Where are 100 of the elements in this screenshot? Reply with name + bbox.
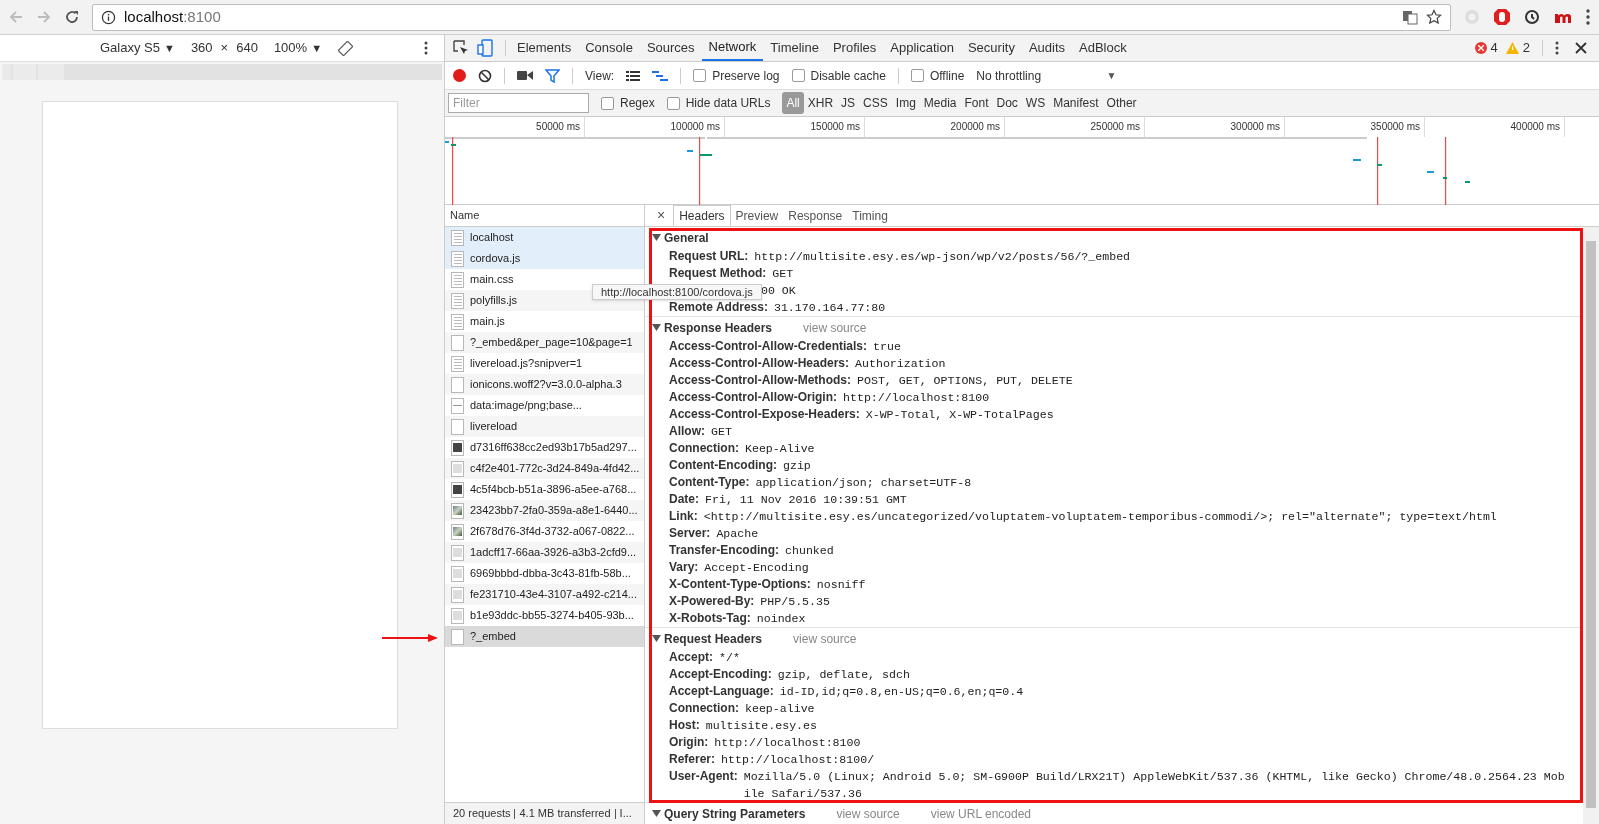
close-icon[interactable] (1575, 42, 1587, 54)
waterfall-view-icon[interactable] (652, 69, 669, 82)
header-name: Content-Type: (669, 474, 750, 491)
rotate-icon[interactable] (338, 40, 353, 56)
view-label: View: (585, 67, 615, 85)
request-item[interactable]: main.css (451, 271, 514, 288)
disclosure-triangle-icon[interactable] (652, 809, 661, 818)
record-button[interactable] (453, 69, 466, 82)
type-filter[interactable]: WS (1021, 92, 1050, 114)
request-item[interactable]: 6969bbbd-dbba-3c43-81fb-58b... (451, 565, 631, 582)
reload-icon[interactable] (64, 9, 80, 25)
camera-icon[interactable] (517, 70, 533, 81)
panel-tab[interactable]: Sources (639, 35, 702, 61)
view-source-link[interactable]: view source (836, 804, 900, 823)
panel-tab[interactable]: Timeline (763, 35, 826, 61)
panel-tab[interactable]: Network (701, 35, 764, 61)
checkbox[interactable]: Disable cache (791, 66, 886, 85)
checkbox[interactable]: Regex (601, 94, 655, 112)
view-source-link[interactable]: view URL encoded (930, 804, 1032, 823)
view-source-link[interactable]: view source (803, 318, 867, 337)
panel-tab[interactable]: Audits (1021, 35, 1073, 61)
summary-text: I... (619, 806, 632, 822)
shield-icon[interactable] (1493, 8, 1511, 26)
zoom-select[interactable]: 100% ▼ (273, 38, 322, 58)
list-view-icon[interactable] (626, 69, 641, 82)
disclosure-triangle-icon[interactable] (652, 634, 661, 643)
filter-field[interactable]: Filter (448, 93, 589, 113)
header-name: Access-Control-Allow-Credentials: (669, 338, 868, 355)
translate-icon[interactable] (1402, 9, 1418, 25)
header-name: Vary: (669, 559, 699, 576)
request-item[interactable]: 4c5f4bcb-b51a-3896-a5ee-a768... (451, 481, 637, 498)
height-value: 640 (236, 39, 258, 58)
type-filter[interactable]: Manifest (1049, 92, 1103, 114)
detail-tab[interactable]: Preview (730, 205, 784, 226)
header-value: 31.170.164.77:80 (773, 300, 886, 316)
view-source-link[interactable]: view source (793, 629, 857, 648)
clear-icon[interactable] (478, 68, 492, 83)
times-sign: × (220, 39, 229, 58)
header-value: GET (711, 424, 732, 440)
close-button[interactable]: × (649, 205, 674, 226)
header-name: Referer: (669, 751, 716, 768)
panel-tab[interactable]: Application (883, 35, 961, 61)
header-name: Connection: (669, 700, 739, 717)
type-filter[interactable]: Img (891, 92, 920, 114)
device-select[interactable]: Galaxy S5 ▼ (100, 38, 175, 58)
section-title[interactable]: Query String Parameters (664, 804, 806, 823)
error-count: 4 (1490, 39, 1498, 58)
header-name: User-Agent: (669, 768, 738, 785)
inspect-icon[interactable] (453, 40, 469, 56)
request-item[interactable]: d7316ff638cc2ed93b17b5ad297... (451, 439, 637, 456)
url-host: localhost (124, 6, 184, 27)
type-filter[interactable]: Other (1102, 92, 1141, 114)
type-filter[interactable]: CSS (859, 92, 892, 114)
header-value: gzip (783, 458, 811, 474)
detail-tab[interactable]: Response (783, 205, 848, 226)
panel-tab[interactable]: Profiles (825, 35, 884, 61)
type-filter[interactable]: Media (919, 92, 961, 114)
type-filter[interactable]: Font (960, 92, 993, 114)
checkbox[interactable]: Offline (910, 66, 965, 85)
header-name: X-Robots-Tag: (669, 610, 751, 627)
menu-icon[interactable] (1585, 8, 1591, 26)
detail-tab[interactable]: Timing (847, 205, 893, 226)
throttling-select[interactable]: No throttling ▼ (976, 66, 1117, 85)
header-name: Access-Control-Expose-Headers: (669, 406, 860, 423)
device-toggle-icon[interactable] (477, 39, 493, 57)
checkbox[interactable]: Preserve log (693, 66, 780, 85)
scrollbar[interactable] (1583, 227, 1599, 824)
section-title[interactable]: Request Headers (664, 629, 763, 648)
panel-tab[interactable]: AdBlock (1072, 35, 1134, 61)
header-value: Apache (716, 526, 759, 542)
url-tooltip: http://localhost:8100/cordova.js (592, 284, 762, 300)
header-value: X-WP-Total, X-WP-TotalPages (865, 407, 1054, 423)
header-value: Mozilla/5.0 (Linux; Android 5.0; SM-G900P Build/LRX21T) AppleWebKit/537.36 (KHTML, like Gecko) Chrome/48.0.2564.23 Mobile Safari/537.36 (743, 769, 1566, 802)
request-item[interactable]: data:image/png;base... (451, 397, 582, 414)
header-name: Connection: (669, 440, 739, 457)
disclosure-triangle-icon[interactable] (652, 323, 661, 332)
header-name: Request URL: (669, 248, 749, 265)
request-item[interactable]: main.js (451, 313, 505, 330)
header-value: nosniff (816, 577, 866, 593)
type-filter[interactable]: Doc (992, 92, 1022, 114)
panel-tab[interactable]: Elements (510, 35, 579, 61)
more-icon[interactable] (1555, 41, 1559, 55)
panel-tab[interactable]: Security (960, 35, 1022, 61)
request-item[interactable]: 2f678d76-3f4d-3732-a067-0822... (451, 523, 635, 540)
star-icon[interactable] (1426, 9, 1442, 25)
section-title[interactable]: Response Headers (664, 318, 773, 337)
checkbox[interactable]: Hide data URLs (666, 94, 771, 112)
header-name: Request Method: (669, 265, 767, 282)
filter-icon[interactable] (545, 68, 560, 83)
summary-text: 4.1 MB transferred (519, 806, 611, 822)
request-item[interactable]: b1e93ddc-bb55-3274-b405-93b... (451, 607, 634, 624)
disclosure-triangle-icon[interactable] (652, 233, 661, 242)
section-title[interactable]: General (664, 228, 709, 247)
panel-tab[interactable]: Console (578, 35, 640, 61)
type-filter[interactable]: JS (837, 92, 860, 114)
type-filter[interactable]: XHR (803, 92, 838, 114)
request-item[interactable]: livereload.js?snipver=1 (451, 355, 583, 372)
detail-tab[interactable]: Headers (673, 205, 731, 226)
more-icon[interactable] (424, 41, 428, 55)
address-bar[interactable]: localhost:8100 (92, 3, 1451, 31)
